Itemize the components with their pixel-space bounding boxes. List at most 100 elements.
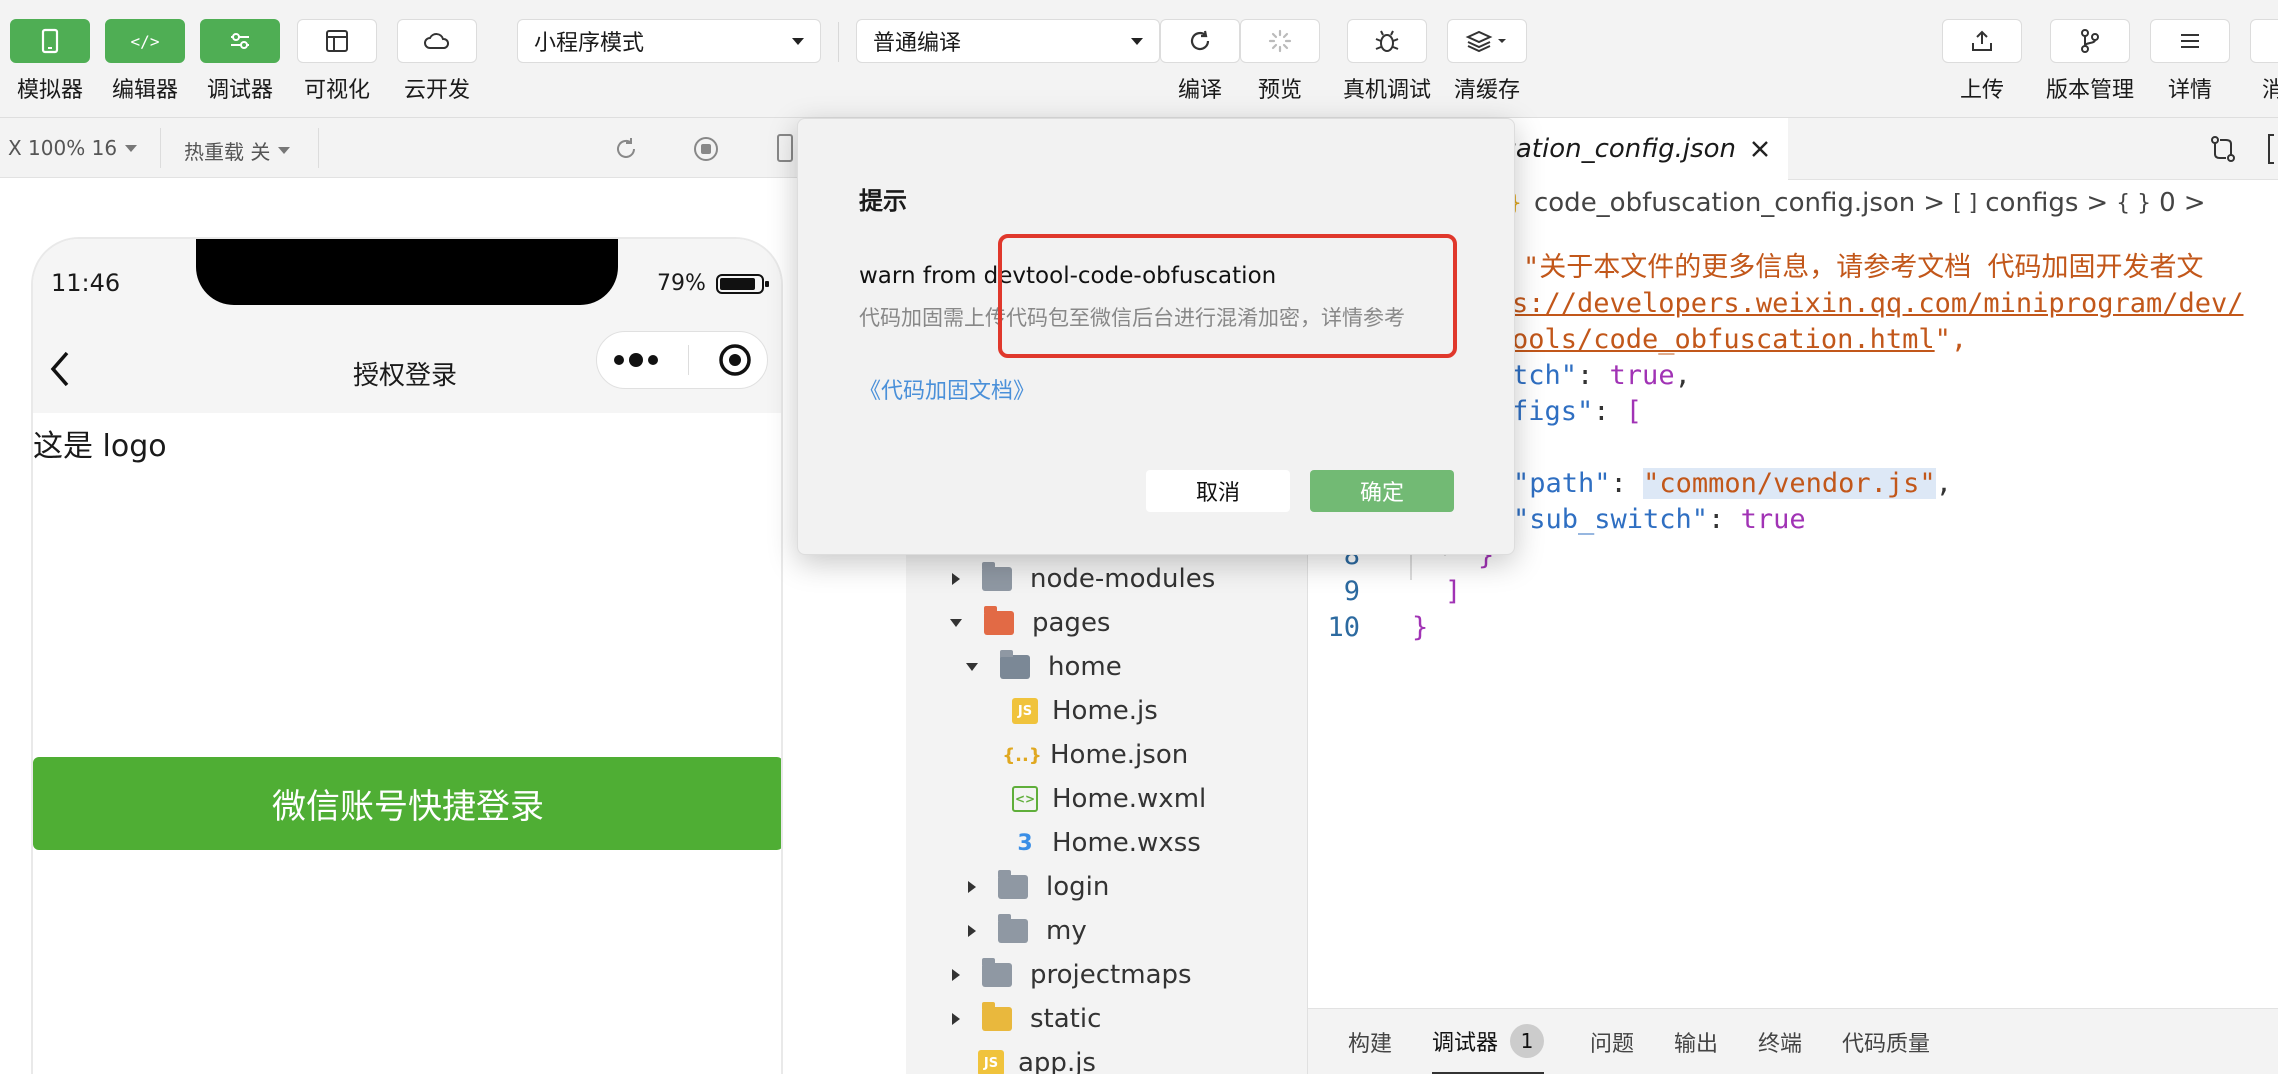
breadcrumb-file[interactable]: code_obfuscation_config.json [1534,188,1915,218]
tab-label: 输出 [1674,1032,1719,1057]
tree-item-node-modules[interactable]: node-modules [952,557,1215,601]
chevron-right-icon [952,1013,960,1025]
visual-button[interactable]: 可视化 [297,0,377,118]
breadcrumb-index[interactable]: 0 [2159,188,2176,218]
compile-select-value: 普通编译 [873,31,962,56]
obfuscation-docs-link[interactable]: 《代码加固文档》 [859,373,1035,405]
preview-label: 预览 [1257,78,1302,103]
simulator-toolbar: X 100% 16 热重载 关 [0,118,900,178]
tree-item-static[interactable]: static [952,997,1101,1041]
tree-item-app-js[interactable]: JS app.js [978,1041,1096,1074]
tree-item-home-wxml[interactable]: <> Home.wxml [1012,777,1206,821]
zoom-select[interactable]: X 100% 16 [8,136,138,160]
line-number: 9 [1343,576,1360,607]
tree-item-home-js[interactable]: JS Home.js [1012,689,1158,733]
tab-debugger[interactable]: 调试器 1 [1432,1009,1545,1074]
remote-debug-button[interactable]: 真机调试 [1343,0,1431,118]
wxss-file-icon: 3 [1017,830,1033,856]
menu-lines-icon [2150,19,2230,63]
message-button[interactable] [2250,19,2278,63]
device-icon[interactable] [776,133,794,163]
tab-build[interactable]: 构建 [1348,1009,1392,1074]
folder-icon [998,914,1028,943]
tab-output[interactable]: 输出 [1674,1009,1718,1074]
json-key: "sub_switch" [1513,504,1709,535]
close-icon[interactable] [1750,139,1770,159]
mode-select-value: 小程序模式 [534,31,645,56]
line-number: 10 [1327,612,1360,643]
tab-code-quality[interactable]: 代码质量 [1842,1009,1930,1074]
hot-reload-select[interactable]: 热重载 关 [184,136,291,165]
highlight-annotation-box [998,234,1457,358]
tab-terminal[interactable]: 终端 [1758,1009,1802,1074]
debugger-label: 调试器 [206,78,273,103]
chevron-down-icon [1131,37,1143,45]
bottom-panel-tabs: 构建 调试器 1 问题 输出 终端 代码质量 [1308,1008,2278,1074]
editor-button[interactable]: </> 编辑器 [105,0,185,118]
json-boolean: true [1609,360,1675,391]
simulator-button[interactable]: 模拟器 [10,0,90,118]
wechat-login-button[interactable]: 微信账号快捷登录 [33,757,781,850]
mode-select[interactable]: 小程序模式 [517,19,821,63]
more-icon[interactable] [611,351,661,369]
simulator-label: 模拟器 [16,78,83,103]
tree-item-label: Home.json [1050,740,1189,770]
confirm-button[interactable]: 确定 [1310,470,1454,512]
zoom-value: X 100% 16 [8,136,118,160]
js-file-icon: JS [1012,698,1038,724]
details-button[interactable]: 详情 [2150,0,2230,118]
json-string: ", [1934,324,1968,355]
cloud-dev-label: 云开发 [403,78,470,103]
tree-item-pages[interactable]: pages [950,601,1110,645]
breadcrumb-configs[interactable]: configs [1985,188,2078,218]
chevron-right-icon [952,573,960,585]
version-button[interactable]: 版本管理 [2046,0,2134,118]
remote-debug-label: 真机调试 [1343,78,1432,103]
compare-icon[interactable] [2208,134,2238,164]
tree-item-home[interactable]: home [966,645,1122,689]
pages-folder-icon [984,606,1014,635]
mini-program-navbar: 11:46 79% 授权登录 [33,239,781,413]
tree-item-login[interactable]: login [968,865,1109,909]
split-editor-icon[interactable] [2268,134,2274,164]
toolbar-divider [838,22,839,62]
editor-label: 编辑器 [111,78,178,103]
tree-item-projectmaps[interactable]: projectmaps [952,953,1192,997]
battery-icon [716,274,769,294]
breadcrumb-separator: > [2086,188,2109,218]
preview-button[interactable]: 预览 [1240,0,1320,118]
tree-item-home-wxss[interactable]: 3 Home.wxss [1012,821,1201,865]
compile-label: 编译 [1177,78,1222,103]
clear-cache-button[interactable]: 清缓存 [1447,0,1527,118]
chevron-down-icon [792,37,804,45]
stop-icon[interactable] [692,135,720,163]
back-arrow-icon[interactable] [47,349,73,389]
cloud-icon [397,19,477,63]
json-key: tch" [1512,360,1578,391]
tree-item-home-json[interactable]: {..} Home.json [1002,733,1189,777]
tree-item-my[interactable]: my [968,909,1087,953]
compile-button[interactable]: 编译 [1160,0,1240,118]
tab-problems[interactable]: 问题 [1590,1009,1634,1074]
debug-sliders-icon [200,19,280,63]
dialog-title: 提示 [859,187,907,215]
tree-item-label: static [1030,1004,1102,1034]
close-miniprogram-icon[interactable] [717,342,753,378]
message-label: 消 [2262,78,2278,103]
cloud-dev-button[interactable]: 云开发 [397,0,477,118]
chevron-right-icon [968,881,976,893]
compile-select[interactable]: 普通编译 [856,19,1160,63]
visual-label: 可视化 [303,78,370,103]
tab-label: 终端 [1758,1032,1803,1057]
json-bracket: ] [1445,576,1462,607]
json-brace: } [1412,612,1429,643]
battery-percent: 79% [657,271,706,296]
tree-item-label: Home.wxss [1052,828,1201,858]
debugger-button[interactable]: 调试器 [200,0,280,118]
upload-button[interactable]: 上传 [1942,0,2022,118]
divider [318,128,319,168]
upload-label: 上传 [1959,78,2004,103]
rotate-icon[interactable] [612,135,640,163]
cancel-button[interactable]: 取消 [1146,470,1290,512]
breadcrumb-separator: > [2183,188,2206,218]
